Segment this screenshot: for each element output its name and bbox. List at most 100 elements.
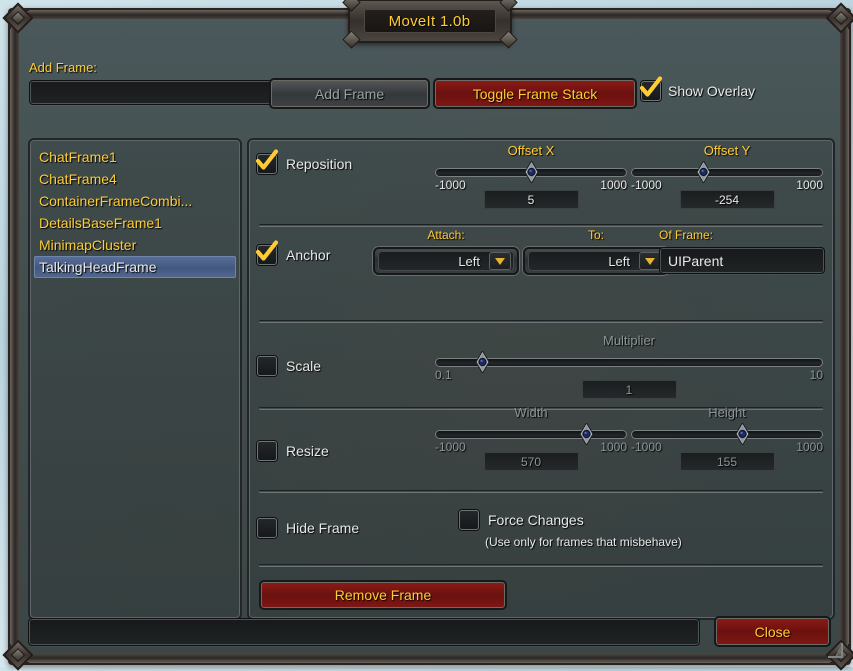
screen: MoveIt 1.0b Add Frame: Add Frame Toggle … <box>0 0 853 671</box>
slider-track <box>631 430 823 439</box>
chevron-down-icon[interactable] <box>639 252 661 270</box>
hide-frame-checkbox[interactable] <box>257 518 277 538</box>
to-group: To: Left <box>523 226 669 275</box>
toggle-frame-stack-button[interactable]: Toggle Frame Stack <box>433 78 637 109</box>
list-item[interactable]: ChatFrame4 <box>34 168 236 190</box>
offset-y-min: -1000 <box>631 178 662 192</box>
checkbox-box <box>459 510 479 530</box>
divider-4 <box>259 490 823 493</box>
offset-x-max: 1000 <box>600 178 627 192</box>
width-title: Width <box>514 405 548 420</box>
remove-frame-button[interactable]: Remove Frame <box>259 580 507 610</box>
list-item[interactable]: ContainerFrameCombi... <box>34 190 236 212</box>
width-max: 1000 <box>600 440 627 454</box>
list-item[interactable]: ChatFrame1 <box>34 146 236 168</box>
divider-5 <box>259 564 823 567</box>
offset-y-max: 1000 <box>796 178 823 192</box>
width-group: Width -1000 1000 570 <box>435 404 627 471</box>
multiplier-max: 10 <box>809 368 823 382</box>
list-item[interactable]: DetailsBaseFrame1 <box>34 212 236 234</box>
offset-x-group: Offset X -1000 1000 5 <box>435 142 627 209</box>
offset-y-slider[interactable]: -1000 1000 <box>631 160 823 192</box>
scale-checkbox[interactable] <box>257 356 277 376</box>
reposition-checkbox-row[interactable]: Reposition <box>255 149 352 174</box>
settings-panel: Reposition Offset X -1000 1000 5 Offset … <box>247 138 835 620</box>
divider-2 <box>259 320 823 323</box>
of-frame-title: Of Frame: <box>659 228 714 242</box>
offset-y-group: Offset Y -1000 1000 -254 <box>631 142 823 209</box>
anchor-label: Anchor <box>286 247 331 263</box>
hide-frame-label: Hide Frame <box>286 520 360 536</box>
offset-y-title: Offset Y <box>703 143 751 158</box>
offset-x-value[interactable]: 5 <box>483 190 579 209</box>
list-item-label: ContainerFrameCombi... <box>39 193 193 209</box>
resize-checkbox-row[interactable]: Resize <box>257 441 329 461</box>
width-value[interactable]: 570 <box>483 452 579 471</box>
show-overlay-checkbox-row[interactable]: Show Overlay <box>639 76 755 101</box>
checkbox-box <box>257 356 277 376</box>
height-slider[interactable]: -1000 1000 <box>631 422 823 454</box>
to-dropdown[interactable]: Left <box>523 247 669 275</box>
resize-checkbox[interactable] <box>257 441 277 461</box>
multiplier-title: Multiplier <box>602 333 655 348</box>
slider-thumb[interactable] <box>696 160 711 184</box>
offset-y-value[interactable]: -254 <box>679 190 775 209</box>
height-value[interactable]: 155 <box>679 452 775 471</box>
list-item[interactable]: MinimapCluster <box>34 234 236 256</box>
add-frame-input[interactable] <box>29 80 285 105</box>
height-min: -1000 <box>631 440 662 454</box>
reposition-checkbox[interactable] <box>255 149 279 174</box>
height-group: Height -1000 1000 155 <box>631 404 823 471</box>
chevron-down-icon[interactable] <box>489 252 511 270</box>
add-frame-button[interactable]: Add Frame <box>269 78 430 109</box>
slider-thumb[interactable] <box>735 422 750 446</box>
slider-thumb[interactable] <box>475 350 490 374</box>
show-overlay-checkbox[interactable] <box>639 76 663 101</box>
of-frame-input[interactable]: UIParent <box>659 247 825 274</box>
scale-checkbox-row[interactable]: Scale <box>257 356 321 376</box>
of-frame-value: UIParent <box>668 252 724 269</box>
force-changes-checkbox-row[interactable]: Force Changes <box>459 510 682 530</box>
offset-x-min: -1000 <box>435 178 466 192</box>
window-edge-right <box>840 29 849 644</box>
status-input[interactable] <box>28 618 700 646</box>
slider-thumb[interactable] <box>524 160 539 184</box>
height-max: 1000 <box>796 440 823 454</box>
frame-list[interactable]: ChatFrame1 ChatFrame4 ContainerFrameCombi.… <box>34 146 236 278</box>
multiplier-value[interactable]: 1 <box>581 380 677 399</box>
checkbox-box <box>257 441 277 461</box>
list-item-label: ChatFrame4 <box>39 171 117 187</box>
window-title: MoveIt 1.0b <box>388 12 471 30</box>
width-slider[interactable]: -1000 1000 <box>435 422 627 454</box>
offset-x-slider[interactable]: -1000 1000 <box>435 160 627 192</box>
slider-track <box>631 168 823 177</box>
of-frame-group: Of Frame: UIParent <box>659 226 825 274</box>
add-frame-label: Add Frame: <box>29 60 97 75</box>
list-item-label: MinimapCluster <box>39 237 137 253</box>
add-frame-label-wrap: Add Frame: <box>29 59 97 77</box>
force-changes-checkbox[interactable] <box>459 510 479 530</box>
list-item[interactable]: TalkingHeadFrame <box>34 256 236 278</box>
attach-title: Attach: <box>427 228 465 242</box>
close-button[interactable]: Close <box>714 616 831 647</box>
anchor-checkbox-row[interactable]: Anchor <box>255 240 331 265</box>
anchor-checkbox[interactable] <box>255 240 279 265</box>
scale-label: Scale <box>286 358 322 374</box>
force-changes-group: Force Changes (Use only for frames that … <box>459 510 682 551</box>
list-item-label: DetailsBaseFrame1 <box>39 215 162 231</box>
frame-list-panel: ChatFrame1 ChatFrame4 ContainerFrameCombi.… <box>28 138 242 620</box>
attach-group: Attach: Left <box>373 226 519 275</box>
slider-thumb[interactable] <box>579 422 594 446</box>
attach-dropdown[interactable]: Left <box>373 247 519 275</box>
resize-label: Resize <box>286 443 329 459</box>
multiplier-slider[interactable]: 0.1 10 <box>435 350 823 382</box>
checkmark-icon <box>254 148 280 174</box>
slider-track <box>435 358 823 367</box>
window-titlebar[interactable]: MoveIt 1.0b <box>341 0 518 49</box>
title-plate: MoveIt 1.0b <box>363 9 496 33</box>
window-edge-left <box>10 29 19 644</box>
checkmark-icon <box>254 239 280 265</box>
resize-grip-icon[interactable] <box>824 640 844 660</box>
hide-frame-checkbox-row[interactable]: Hide Frame <box>257 518 359 538</box>
offset-x-title: Offset X <box>507 143 555 158</box>
